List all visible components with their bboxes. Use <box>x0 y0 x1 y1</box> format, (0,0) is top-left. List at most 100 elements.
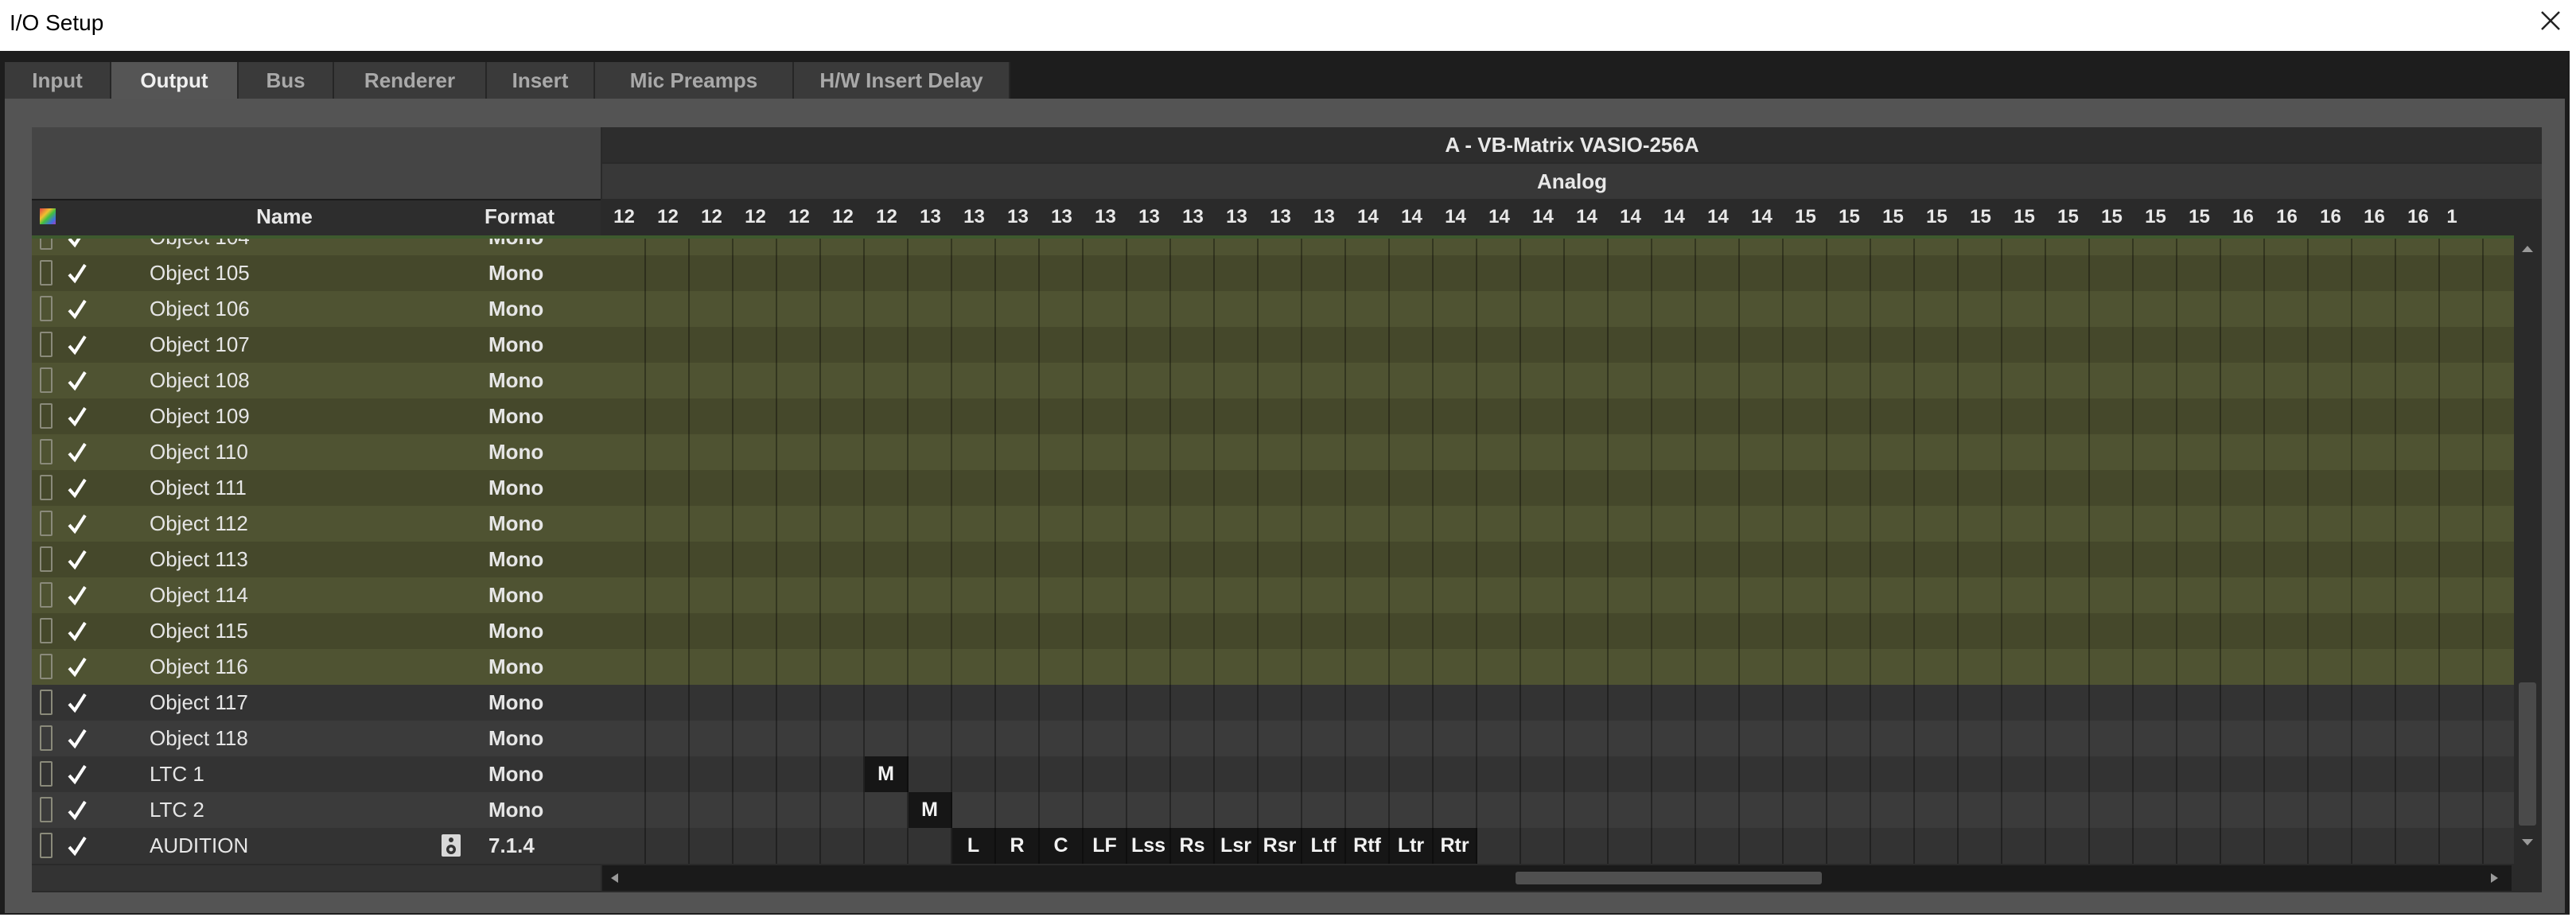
routing-cell[interactable] <box>2221 613 2265 649</box>
routing-cell[interactable] <box>1565 649 1609 685</box>
routing-cell[interactable] <box>1040 649 1084 685</box>
routing-cell[interactable] <box>1827 327 1871 363</box>
row-format[interactable]: Mono <box>488 434 543 470</box>
routing-cell[interactable] <box>2352 470 2396 506</box>
routing-cell[interactable] <box>1127 255 1171 291</box>
routing-cell[interactable] <box>1827 255 1871 291</box>
routing-cell[interactable] <box>1171 577 1215 613</box>
routing-cell[interactable] <box>2134 291 2177 327</box>
routing-cell[interactable] <box>821 327 865 363</box>
routing-cell[interactable] <box>1302 756 1346 792</box>
routing-cell[interactable] <box>1084 506 1127 542</box>
check-icon[interactable] <box>67 760 88 788</box>
routing-cell[interactable] <box>2221 649 2265 685</box>
row-name[interactable]: Object 106 <box>150 291 250 327</box>
routing-cell[interactable] <box>1652 649 1696 685</box>
routing-cell[interactable] <box>733 792 777 828</box>
routing-cell[interactable] <box>1477 398 1521 434</box>
row-select-box[interactable] <box>40 833 53 858</box>
routing-cell[interactable] <box>602 685 646 721</box>
routing-cell[interactable] <box>2177 542 2221 577</box>
routing-cell[interactable] <box>1740 685 1784 721</box>
routing-cell[interactable] <box>1171 327 1215 363</box>
routing-cell[interactable] <box>1871 506 1915 542</box>
output-row[interactable]: Object 107 Mono <box>32 327 2514 363</box>
routing-cell[interactable] <box>2177 756 2221 792</box>
routing-cell[interactable] <box>1871 649 1915 685</box>
routing-cell[interactable] <box>909 291 952 327</box>
routing-cell[interactable] <box>2090 291 2134 327</box>
routing-cell[interactable]: C <box>1040 828 1084 864</box>
routing-cell[interactable] <box>1259 577 1302 613</box>
output-row[interactable]: Object 106 Mono <box>32 291 2514 327</box>
routing-cell[interactable] <box>1521 577 1565 613</box>
routing-cell[interactable] <box>1959 363 2002 398</box>
routing-cell[interactable] <box>1609 470 1652 506</box>
row-name[interactable]: Object 117 <box>150 685 248 721</box>
routing-cell[interactable] <box>777 828 821 864</box>
routing-cell[interactable] <box>2177 255 2221 291</box>
routing-cell[interactable] <box>1784 327 1827 363</box>
routing-cell[interactable] <box>733 470 777 506</box>
row-format[interactable]: Mono <box>488 542 543 577</box>
routing-cell[interactable] <box>2134 398 2177 434</box>
row-select-box[interactable] <box>40 475 53 500</box>
row-name[interactable]: LTC 2 <box>150 792 204 828</box>
routing-cell[interactable] <box>2352 542 2396 577</box>
routing-cell[interactable] <box>1784 685 1827 721</box>
routing-cell[interactable] <box>2046 398 2090 434</box>
routing-cell[interactable] <box>1609 721 1652 756</box>
routing-cell[interactable] <box>1652 470 1696 506</box>
routing-cell[interactable] <box>646 327 690 363</box>
routing-cell[interactable] <box>733 685 777 721</box>
row-select-box[interactable] <box>40 761 53 787</box>
routing-cell[interactable] <box>1652 291 1696 327</box>
row-name[interactable]: Object 115 <box>150 613 248 649</box>
routing-cell[interactable] <box>1609 792 1652 828</box>
routing-cell[interactable] <box>1609 828 1652 864</box>
row-name[interactable]: Object 107 <box>150 327 250 363</box>
routing-cell[interactable] <box>1040 613 1084 649</box>
routing-cell[interactable] <box>865 542 909 577</box>
routing-cell[interactable] <box>733 327 777 363</box>
routing-cell[interactable] <box>1696 363 1740 398</box>
routing-cell[interactable] <box>952 721 996 756</box>
routing-cell[interactable] <box>2002 470 2046 506</box>
routing-cell[interactable] <box>1740 434 1784 470</box>
routing-cell[interactable] <box>2221 434 2265 470</box>
routing-cell[interactable] <box>1390 398 1434 434</box>
routing-cell[interactable] <box>733 398 777 434</box>
routing-cell[interactable] <box>2309 792 2352 828</box>
routing-cell[interactable] <box>2440 542 2484 577</box>
routing-cell[interactable] <box>2090 828 2134 864</box>
row-name[interactable]: Object 116 <box>150 649 248 685</box>
routing-cell[interactable] <box>1302 721 1346 756</box>
routing-cell[interactable] <box>1215 721 1259 756</box>
routing-cell[interactable] <box>2002 828 2046 864</box>
routing-cell[interactable] <box>646 291 690 327</box>
routing-cell[interactable] <box>1784 434 1827 470</box>
routing-cell[interactable] <box>602 327 646 363</box>
routing-cell[interactable] <box>1521 398 1565 434</box>
routing-cell[interactable] <box>2134 577 2177 613</box>
routing-cell[interactable] <box>1609 363 1652 398</box>
routing-cell[interactable] <box>1696 327 1740 363</box>
routing-cell[interactable] <box>1827 828 1871 864</box>
routing-cell[interactable] <box>1521 756 1565 792</box>
routing-cell[interactable] <box>1127 363 1171 398</box>
routing-cell[interactable] <box>821 506 865 542</box>
routing-cell[interactable] <box>1696 721 1740 756</box>
routing-cell[interactable] <box>1871 792 1915 828</box>
routing-cell[interactable] <box>996 506 1040 542</box>
routing-cell[interactable] <box>2046 291 2090 327</box>
routing-cell[interactable] <box>1696 649 1740 685</box>
routing-cell[interactable] <box>1084 255 1127 291</box>
routing-cell[interactable] <box>1259 792 1302 828</box>
routing-cell[interactable] <box>909 756 952 792</box>
routing-cell[interactable] <box>1652 828 1696 864</box>
routing-cell[interactable] <box>1259 756 1302 792</box>
routing-cell[interactable] <box>1959 398 2002 434</box>
routing-cell[interactable] <box>1652 756 1696 792</box>
routing-cell[interactable] <box>690 756 733 792</box>
routing-cell[interactable] <box>2396 398 2440 434</box>
